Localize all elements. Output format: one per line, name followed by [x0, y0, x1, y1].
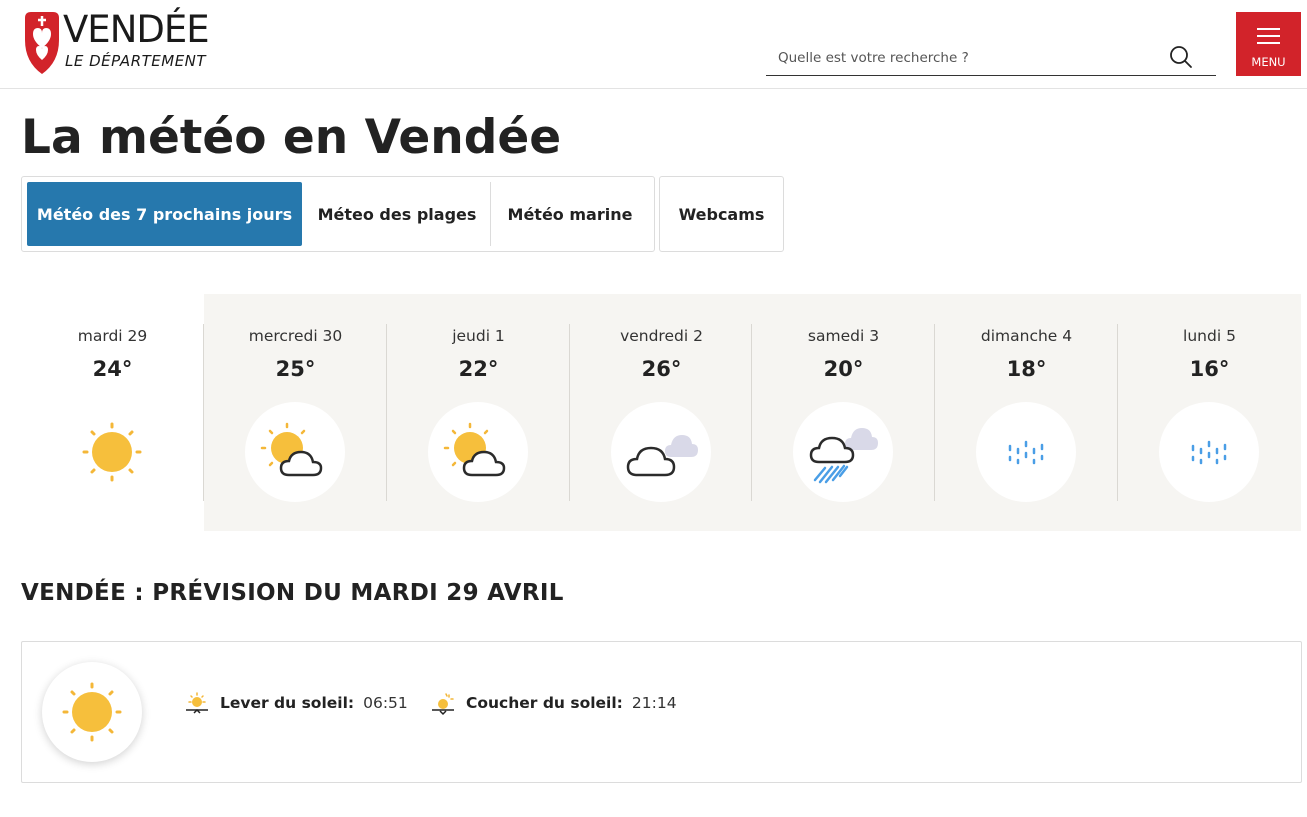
- day-temperature: 18°: [1006, 357, 1047, 381]
- page-title: La météo en Vendée: [21, 110, 562, 165]
- forecast-day-dimanche[interactable]: dimanche 4 18°: [935, 294, 1118, 531]
- sunset-icon: [432, 693, 454, 716]
- weather-tabs: Météo des 7 prochains jours Méteo des pl…: [21, 176, 655, 252]
- forecast-day-vendredi[interactable]: vendredi 2 26°: [570, 294, 753, 531]
- day-temperature: 24°: [92, 357, 133, 381]
- day-name: lundi 5: [1183, 327, 1236, 345]
- search-icon[interactable]: [1168, 44, 1194, 70]
- tab-divider: [490, 182, 491, 246]
- vendee-hearts-icon: [25, 12, 59, 74]
- sun-icon: [42, 662, 142, 762]
- forecast-day-jeudi[interactable]: jeudi 1 22°: [387, 294, 570, 531]
- vendee-logo[interactable]: VENDÉE LE DÉPARTEMENT: [23, 8, 210, 78]
- sunset-info: Coucher du soleil: 21:14: [430, 690, 677, 716]
- sunrise-label: Lever du soleil:: [220, 694, 355, 712]
- drizzle-icon: [976, 402, 1076, 502]
- forecast-day-samedi[interactable]: samedi 3 20°: [752, 294, 935, 531]
- cloudy-icon: [611, 402, 711, 502]
- day-name: mardi 29: [77, 327, 148, 345]
- sunrise-icon: [186, 692, 208, 714]
- menu-button[interactable]: MENU: [1236, 12, 1301, 76]
- sunset-time: 21:14: [631, 694, 677, 712]
- sunrise-info: Lever du soleil: 06:51: [184, 690, 408, 716]
- day-name: mercredi 30: [248, 327, 343, 345]
- search-bar: [766, 42, 1216, 76]
- forecast-detail-title: VENDÉE : PRÉVISION DU MARDI 29 AVRIL: [21, 580, 564, 606]
- day-temperature: 26°: [641, 357, 682, 381]
- forecast-detail-card: Lever du soleil: 06:51 Coucher du soleil…: [21, 641, 1302, 783]
- site-header: VENDÉE LE DÉPARTEMENT MENU: [0, 0, 1307, 89]
- search-input[interactable]: [766, 42, 1180, 74]
- day-temperature: 25°: [275, 357, 316, 381]
- sun-cloud-icon: [245, 402, 345, 502]
- day-name: jeudi 1: [452, 327, 505, 345]
- day-name: vendredi 2: [620, 327, 703, 345]
- day-name: samedi 3: [807, 327, 880, 345]
- drizzle-icon: [1159, 402, 1259, 502]
- logo-subtitle: LE DÉPARTEMENT: [65, 52, 207, 70]
- logo-title: VENDÉE: [63, 8, 210, 51]
- sunrise-time: 06:51: [363, 694, 408, 712]
- forecast-day-mardi[interactable]: mardi 29 24°: [21, 294, 204, 531]
- day-temperature: 16°: [1189, 357, 1230, 381]
- forecast-day-mercredi[interactable]: mercredi 30 25°: [204, 294, 387, 531]
- sun-cloud-icon: [428, 402, 528, 502]
- day-temperature: 22°: [458, 357, 499, 381]
- sunset-label: Coucher du soleil:: [466, 694, 623, 712]
- day-temperature: 20°: [823, 357, 864, 381]
- hamburger-icon: [1257, 28, 1280, 44]
- heavy-rain-icon: [793, 402, 893, 502]
- sun-icon: [62, 402, 162, 502]
- tab-webcams[interactable]: Webcams: [659, 176, 784, 252]
- tab-7-day-forecast[interactable]: Météo des 7 prochains jours: [27, 182, 302, 246]
- day-name: dimanche 4: [980, 327, 1073, 345]
- tab-beach-weather[interactable]: Méteo des plages: [304, 182, 490, 246]
- forecast-day-lundi[interactable]: lundi 5 16°: [1118, 294, 1301, 531]
- tab-marine-weather[interactable]: Météo marine: [492, 182, 648, 246]
- menu-label: MENU: [1251, 55, 1286, 69]
